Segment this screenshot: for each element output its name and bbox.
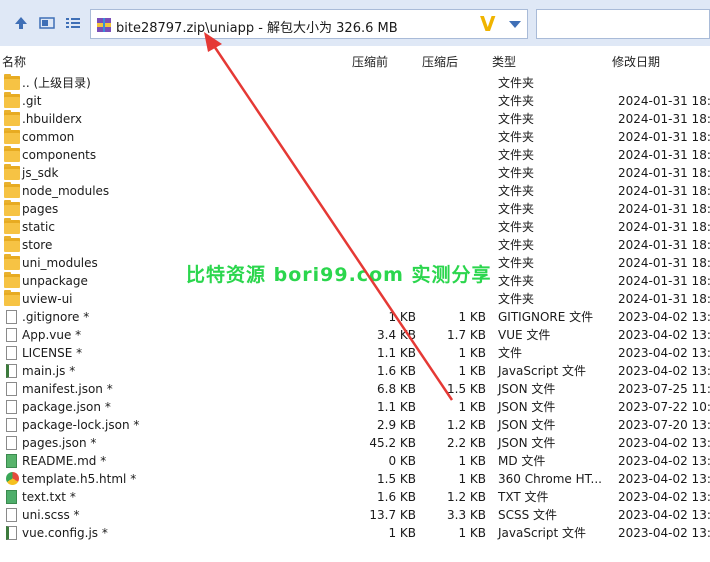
annotation-arrow	[204, 32, 454, 401]
